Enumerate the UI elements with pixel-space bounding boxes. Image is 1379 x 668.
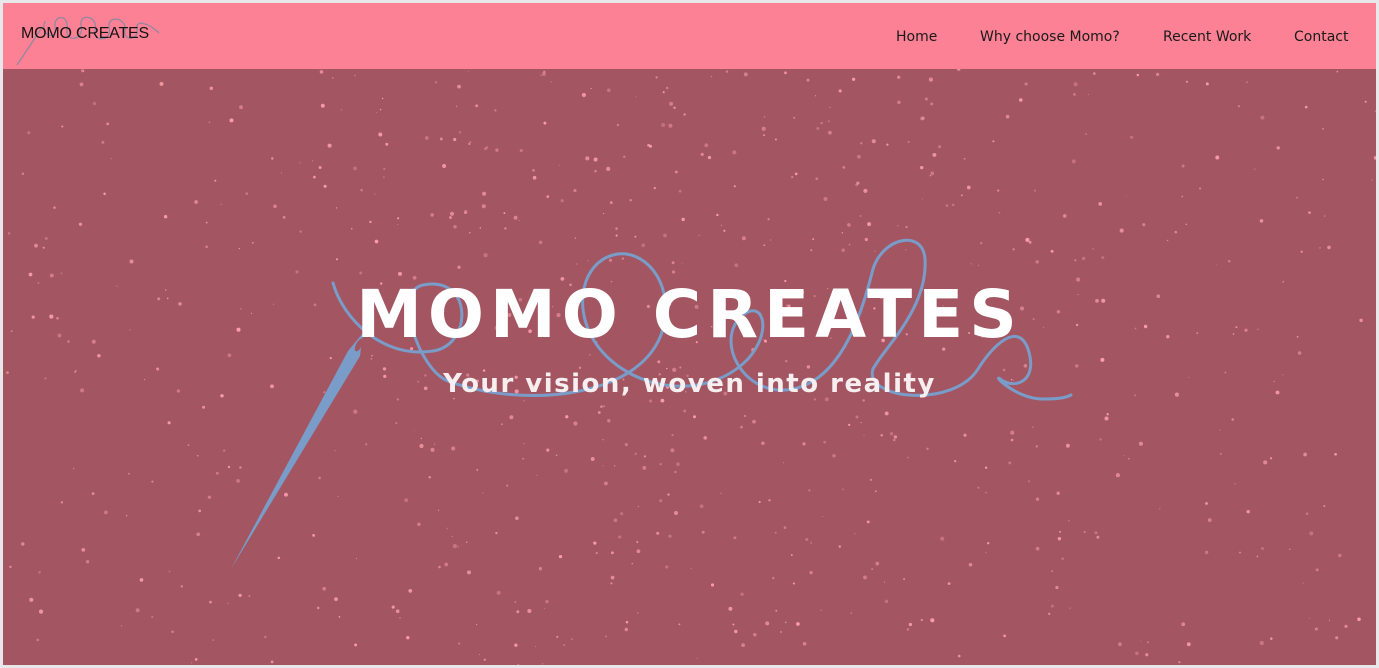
hero-title: MOMO CREATES — [356, 276, 1023, 353]
nav-contact-link[interactable]: Contact — [1294, 29, 1348, 45]
nav-why-choose-link[interactable]: Why choose Momo? — [980, 29, 1120, 45]
nav-recent-work-link[interactable]: Recent Work — [1163, 29, 1251, 45]
navbar: MOMO CREATES Home Why choose Momo? Recen… — [3, 3, 1376, 69]
hero-subtitle: Your vision, woven into reality — [443, 369, 936, 399]
nav-home-link[interactable]: Home — [896, 29, 937, 45]
brand-link[interactable]: MOMO CREATES — [21, 25, 149, 43]
page-frame: MOMO CREATES Home Why choose Momo? Recen… — [3, 3, 1376, 665]
hero-section: MOMO CREATES Your vision, woven into rea… — [3, 69, 1376, 665]
